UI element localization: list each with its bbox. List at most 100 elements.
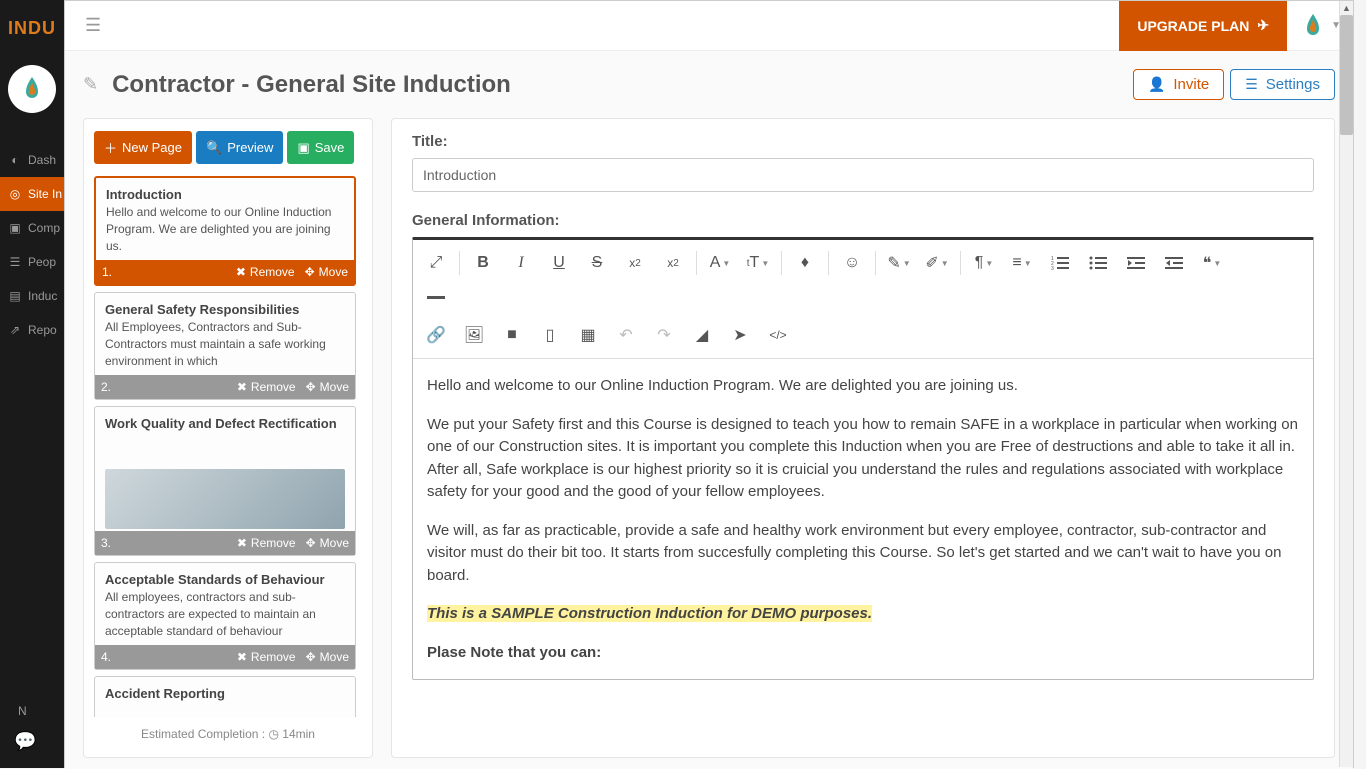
settings-label: Settings (1266, 76, 1320, 93)
new-page-label: New Page (122, 140, 182, 155)
page-card-title: Accident Reporting (105, 686, 225, 701)
page-card-body: Acceptable Standards of BehaviourAll emp… (95, 563, 355, 645)
plus-icon: ＋ (104, 138, 117, 157)
new-page-button[interactable]: ＋ New Page (94, 131, 192, 164)
nav-item[interactable]: ▤Induc (0, 279, 64, 313)
top-header: ☰ UPGRADE PLAN ✈ ▼ (65, 1, 1353, 51)
preview-button[interactable]: 🔍Preview (196, 131, 283, 164)
font-family-button[interactable]: A▼ (701, 246, 739, 280)
highlight-button[interactable]: ✎▼ (880, 246, 918, 280)
nav-icon: ▣ (8, 221, 22, 235)
close-icon: ✖ (237, 380, 247, 394)
window-scrollbar[interactable]: ▲ (1339, 1, 1353, 767)
superscript-button[interactable]: x2 (654, 246, 692, 280)
link-button[interactable]: 🔗 (417, 318, 455, 352)
preview-label: Preview (227, 140, 273, 155)
account-dropdown[interactable]: ▼ (1301, 12, 1341, 40)
invite-button[interactable]: 👤 Invite (1133, 69, 1224, 100)
nav-item[interactable]: ☰Peop (0, 245, 64, 279)
scroll-up-arrow[interactable]: ▲ (1340, 1, 1353, 15)
italic-button[interactable]: I (502, 246, 540, 280)
estimated-value: 14min (282, 727, 315, 741)
nav-item[interactable]: ⇗Repo (0, 313, 64, 347)
remove-page-button[interactable]: ✖ Remove (236, 265, 295, 279)
subscript-button[interactable]: x2 (616, 246, 654, 280)
upgrade-plan-button[interactable]: UPGRADE PLAN ✈ (1119, 1, 1287, 51)
move-page-button[interactable]: ✥ Move (306, 380, 349, 394)
indent-button[interactable] (1155, 246, 1193, 280)
page-card[interactable]: Accident Reporting5.✖ Remove✥ Move (94, 676, 356, 717)
nav-item[interactable]: ◎Site In (0, 177, 64, 211)
move-page-button[interactable]: ✥ Move (306, 650, 349, 664)
page-body: ✎ Contractor - General Site Induction 👤 … (65, 51, 1353, 769)
page-number: 2. (101, 380, 111, 394)
nav-footer-letter: N (18, 704, 27, 718)
save-icon: ▣ (297, 140, 309, 156)
title-input[interactable] (412, 158, 1314, 192)
move-icon: ✥ (305, 265, 315, 279)
page-card-footer: 1.✖ Remove✥ Move (96, 260, 354, 284)
redo-button[interactable]: ↷ (645, 318, 683, 352)
page-card-title: Work Quality and Defect Rectification (105, 416, 337, 431)
cursor-button[interactable]: ➤ (721, 318, 759, 352)
file-button[interactable]: ▯ (531, 318, 569, 352)
hr-button[interactable] (417, 280, 455, 314)
page-card[interactable]: General Safety ResponsibilitiesAll Emplo… (94, 292, 356, 400)
page-card-body: General Safety ResponsibilitiesAll Emplo… (95, 293, 355, 375)
hamburger-icon[interactable]: ☰ (85, 15, 101, 36)
emoji-button[interactable]: ☺ (833, 246, 871, 280)
nav-icon: ◎ (8, 187, 22, 201)
eraser-button[interactable]: ◢ (683, 318, 721, 352)
page-title: Contractor - General Site Induction (112, 71, 511, 99)
move-page-button[interactable]: ✥ Move (306, 536, 349, 550)
code-view-button[interactable]: </> (759, 318, 797, 352)
save-button[interactable]: ▣ Save (287, 131, 354, 164)
nav-item[interactable]: ◐Dash (0, 143, 64, 177)
font-size-button[interactable]: tT▼ (739, 246, 777, 280)
move-page-button[interactable]: ✥ Move (305, 265, 348, 279)
editor-toolbar: ⤢ B I U S x2 x2 A▼ tT▼ ♦ ☺ (413, 240, 1313, 359)
unordered-list-button[interactable] (1079, 246, 1117, 280)
rich-text-editor: ⤢ B I U S x2 x2 A▼ tT▼ ♦ ☺ (412, 237, 1314, 680)
ordered-list-button[interactable]: 123 (1041, 246, 1079, 280)
page-number: 3. (101, 536, 111, 550)
fullscreen-icon[interactable]: ⤢ (417, 246, 455, 280)
chat-icon[interactable]: 💬 (14, 731, 36, 752)
remove-page-button[interactable]: ✖ Remove (237, 650, 296, 664)
collapsed-nav-sidebar: INDU ◐Dash◎Site In▣Comp☰Peop▤Induc⇗Repo … (0, 0, 64, 768)
underline-button[interactable]: U (540, 246, 578, 280)
editor-content[interactable]: Hello and welcome to our Online Inductio… (413, 359, 1313, 679)
table-button[interactable]: ▦ (569, 318, 607, 352)
image-button[interactable]: 🖼 (455, 318, 493, 352)
page-list[interactable]: IntroductionHello and welcome to our Onl… (94, 176, 362, 717)
estimated-completion: Estimated Completion : ◷ 14min (94, 717, 362, 745)
general-info-label: General Information: (412, 212, 1314, 229)
flame-icon (20, 75, 44, 103)
nav-icon: ◐ (8, 153, 22, 167)
save-label: Save (315, 140, 345, 155)
flame-icon (1301, 12, 1325, 40)
page-card[interactable]: Acceptable Standards of BehaviourAll emp… (94, 562, 356, 670)
outdent-button[interactable] (1117, 246, 1155, 280)
settings-button[interactable]: ☰ Settings (1230, 69, 1335, 100)
quote-button[interactable]: ❝▼ (1193, 246, 1231, 280)
page-card[interactable]: IntroductionHello and welcome to our Onl… (94, 176, 356, 286)
align-button[interactable]: ≡▼ (1003, 246, 1041, 280)
paper-plane-icon: ✈ (1257, 17, 1269, 34)
scroll-thumb[interactable] (1340, 15, 1353, 135)
page-card[interactable]: Work Quality and Defect Rectification 3. ✖… (94, 406, 356, 556)
nav-item[interactable]: ▣Comp (0, 211, 64, 245)
close-icon: ✖ (237, 650, 247, 664)
content-note-heading: Plase Note that you can: (427, 642, 1299, 665)
company-avatar[interactable] (8, 65, 56, 113)
remove-page-button[interactable]: ✖ Remove (237, 380, 296, 394)
bold-button[interactable]: B (464, 246, 502, 280)
paragraph-button[interactable]: ¶▼ (965, 246, 1003, 280)
undo-button[interactable]: ↶ (607, 318, 645, 352)
clear-format-button[interactable]: ✐▼ (918, 246, 956, 280)
video-button[interactable]: ■ (493, 318, 531, 352)
text-color-button[interactable]: ♦ (786, 246, 824, 280)
edit-icon[interactable]: ✎ (83, 74, 98, 95)
remove-page-button[interactable]: ✖ Remove (237, 536, 296, 550)
strike-button[interactable]: S (578, 246, 616, 280)
